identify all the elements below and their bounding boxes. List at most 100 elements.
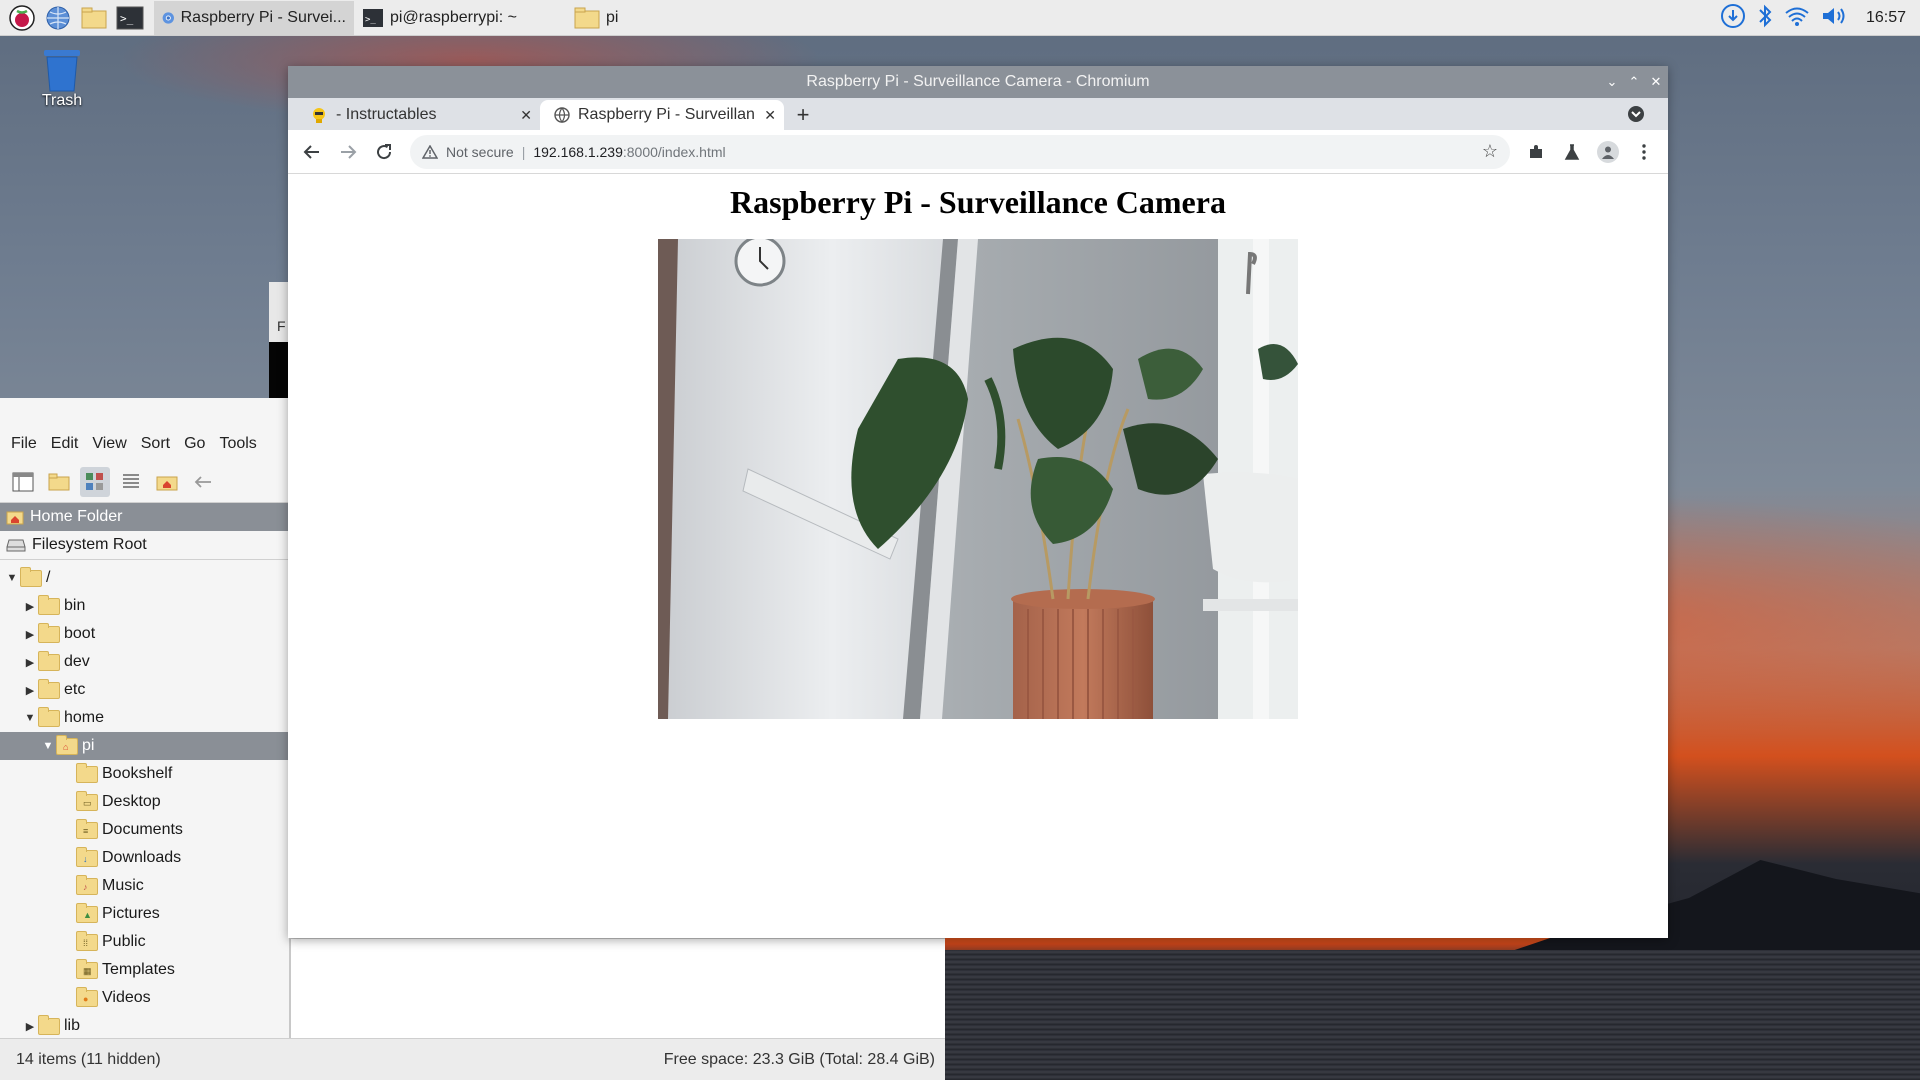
close-icon[interactable]: ✕ [1650,74,1662,90]
labs-button[interactable] [1556,136,1588,168]
music-folder-icon: ♪ [76,874,98,895]
tree-label: Desktop [102,793,161,810]
file-manager-toolbar [0,462,289,502]
new-tab-button[interactable]: + [788,100,818,130]
tree-node-templates[interactable]: ▦ Templates [0,956,289,984]
tree-node-root[interactable]: ▼ / [0,564,289,592]
collapsed-arrow-icon: ▶ [25,656,35,669]
folder-icon [38,678,60,699]
tree-node-lib[interactable]: ▶ lib [0,1012,289,1040]
trash-label: Trash [41,92,83,109]
maximize-icon[interactable]: ⌃ [1628,74,1640,90]
window-titlebar[interactable]: Raspberry Pi - Surveillance Camera - Chr… [288,66,1668,98]
new-folder-button[interactable] [44,467,74,497]
tree-node-public[interactable]: ⁞⁞ Public [0,928,289,956]
minimize-icon[interactable]: ⌄ [1606,74,1618,90]
browser-menu-button[interactable] [1628,136,1660,168]
profile-button[interactable] [1592,136,1624,168]
bookmark-star-icon[interactable]: ☆ [1482,141,1498,162]
tree-node-pictures[interactable]: ▲ Pictures [0,900,289,928]
terminal-icon[interactable]: >_ [112,0,148,36]
folder-icon [20,566,42,587]
clock[interactable]: 16:57 [1866,9,1906,27]
tree-label: bin [64,597,86,614]
tab-close-icon[interactable]: ✕ [764,107,776,124]
bluetooth-icon[interactable] [1756,3,1774,34]
forward-arrow-icon [341,144,357,159]
tree-node-downloads[interactable]: ↓ Downloads [0,844,289,872]
trash-desktop-icon[interactable]: Trash [30,48,94,110]
tree-label: pi [82,737,95,754]
tab-surveillance-camera[interactable]: Raspberry Pi - Surveillan ✕ [540,100,784,130]
expanded-arrow-icon: ▼ [6,572,18,584]
extensions-button[interactable] [1520,136,1552,168]
raspberry-menu-icon[interactable] [4,0,40,36]
place-home-folder[interactable]: Home Folder [0,503,289,531]
menu-edit[interactable]: Edit [44,435,86,453]
menu-go[interactable]: Go [177,435,212,453]
person-icon [1602,146,1614,159]
list-view-button[interactable] [116,467,146,497]
tree-node-music[interactable]: ♪ Music [0,872,289,900]
plus-icon: + [796,102,810,127]
tree-label: boot [64,625,96,642]
tree-node-desktop[interactable]: ▭ Desktop [0,788,289,816]
file-list-pane[interactable] [290,938,945,1038]
reload-button[interactable] [368,136,400,168]
task-chromium[interactable]: Raspberry Pi - Survei... [154,0,354,35]
templates-folder-icon: ▦ [76,958,98,979]
menu-sort[interactable]: Sort [134,435,177,453]
tab-close-icon[interactable]: ✕ [520,107,532,124]
expanded-arrow-icon: ▼ [24,712,36,724]
forward-button[interactable] [332,136,364,168]
download-status-icon[interactable] [1720,3,1746,34]
tree-node-documents[interactable]: ≡ Documents [0,816,289,844]
tree-label: Templates [102,961,175,978]
menu-tools[interactable]: Tools [212,435,263,453]
drive-icon [6,539,26,552]
file-manager-icon[interactable] [76,0,112,36]
new-window-button[interactable] [8,467,38,497]
globe-icon [554,107,570,123]
tree-node-bin[interactable]: ▶ bin [0,592,289,620]
tab-instructables[interactable]: - Instructables ✕ [296,100,540,130]
flask-icon [1564,143,1580,160]
wifi-icon[interactable] [1784,4,1810,33]
address-bar[interactable]: Not secure | 192.168.1.239 :8000/index.h… [410,134,1510,169]
directory-tree: ▼ / ▶ bin ▶ boot ▶ dev ▶ etc ▼ home ▼ ⌂ … [0,560,289,1040]
back-button[interactable] [296,136,328,168]
tree-node-dev[interactable]: ▶ dev [0,648,289,676]
security-label[interactable]: Not secure [446,144,514,160]
collapsed-arrow-icon: ▶ [25,628,35,641]
home-icon [6,511,24,525]
back-button[interactable] [188,467,218,497]
trash-icon [44,50,80,92]
file-manager-window: File Edit View Sort Go Tools Home Folder [0,398,290,1080]
menu-view[interactable]: View [85,435,133,453]
place-filesystem-root[interactable]: Filesystem Root [0,531,289,559]
tree-node-pi[interactable]: ▼ ⌂ pi [0,732,289,760]
icon-view-button[interactable] [80,467,110,497]
web-browser-icon[interactable] [40,0,76,36]
task-terminal[interactable]: >_ pi@raspberrypi: ~ [354,1,554,35]
tab-search-icon[interactable] [1626,104,1646,124]
volume-icon[interactable] [1820,4,1848,33]
terminal-icon: >_ [363,8,383,27]
tree-node-bookshelf[interactable]: Bookshelf [0,760,289,788]
home-button[interactable] [152,467,182,497]
place-label: Home Folder [30,508,123,525]
tree-node-boot[interactable]: ▶ boot [0,620,289,648]
tree-label: Public [102,933,146,950]
back-arrow-icon [303,144,319,159]
places-pane: Home Folder Filesystem Root [0,502,289,560]
tree-label: / [46,569,51,586]
tree-node-videos[interactable]: ● Videos [0,984,289,1012]
menu-file[interactable]: File [4,435,44,453]
expanded-arrow-icon: ▼ [42,740,54,752]
task-file-manager[interactable]: pi [554,1,754,35]
tree-node-home[interactable]: ▼ home [0,704,289,732]
tree-label: etc [64,681,86,698]
terminal-titlebar-fragment[interactable]: F [269,282,290,342]
home-folder-icon: ⌂ [56,734,78,755]
tree-node-etc[interactable]: ▶ etc [0,676,289,704]
